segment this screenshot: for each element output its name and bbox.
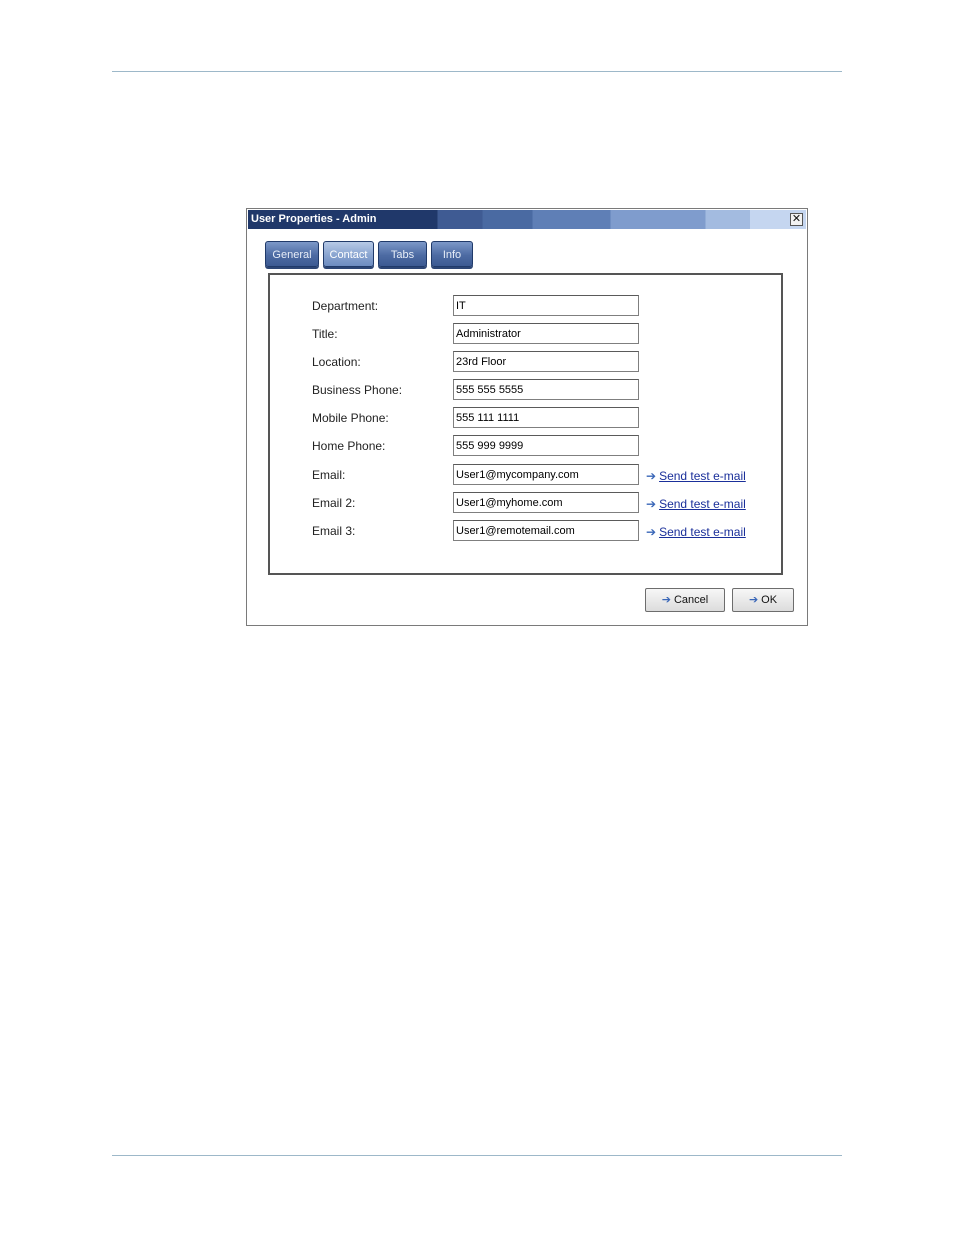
close-icon[interactable]: ✕ (790, 213, 803, 226)
cancel-button[interactable]: ➔ Cancel (645, 588, 725, 612)
header-rule (112, 71, 842, 72)
send-test-email-link[interactable]: ➔ Send test e-mail (646, 469, 746, 483)
department-field[interactable] (453, 295, 639, 316)
arrow-right-icon: ➔ (748, 594, 759, 606)
title-field[interactable] (453, 323, 639, 344)
arrow-right-icon: ➔ (661, 594, 671, 606)
send-test-email-label: Send test e-mail (659, 469, 746, 483)
footer-rule (112, 1155, 842, 1156)
email-2-field[interactable] (453, 492, 639, 513)
email-2-label: Email 2: (312, 496, 356, 510)
send-test-email-2-label: Send test e-mail (659, 497, 746, 511)
mobile-phone-field[interactable] (453, 407, 639, 428)
home-phone-label: Home Phone: (312, 439, 386, 453)
home-phone-field[interactable] (453, 435, 639, 456)
tab-tabs[interactable]: Tabs (378, 241, 427, 267)
title-label: Title: (312, 327, 338, 341)
tab-general[interactable]: General (265, 241, 319, 267)
arrow-right-icon: ➔ (646, 469, 657, 483)
send-test-email-3-link[interactable]: ➔ Send test e-mail (646, 525, 746, 539)
send-test-email-2-link[interactable]: ➔ Send test e-mail (646, 497, 746, 511)
location-field[interactable] (453, 351, 639, 372)
mobile-phone-label: Mobile Phone: (312, 411, 389, 425)
business-phone-field[interactable] (453, 379, 639, 400)
dialog-title: User Properties - Admin (251, 213, 377, 225)
business-phone-label: Business Phone: (312, 383, 403, 397)
department-label: Department: (312, 299, 379, 313)
email-3-label: Email 3: (312, 524, 356, 538)
arrow-right-icon: ➔ (646, 525, 657, 539)
contact-panel: Department: Title: Location: Business Ph… (268, 273, 783, 575)
tab-contact[interactable]: Contact (323, 241, 374, 267)
email-3-field[interactable] (453, 520, 639, 541)
cancel-button-label: Cancel (673, 594, 709, 606)
email-label: Email: (312, 468, 346, 482)
dialog-titlebar[interactable]: User Properties - Admin ✕ (248, 210, 806, 229)
tab-info[interactable]: Info (431, 241, 473, 267)
ok-button-label: OK (761, 594, 778, 606)
ok-button[interactable]: ➔ OK (732, 588, 794, 612)
location-label: Location: (312, 355, 361, 369)
send-test-email-3-label: Send test e-mail (659, 525, 746, 539)
user-properties-dialog: User Properties - Admin ✕ General Contac… (246, 208, 808, 626)
email-field[interactable] (453, 464, 639, 485)
arrow-right-icon: ➔ (646, 497, 657, 511)
